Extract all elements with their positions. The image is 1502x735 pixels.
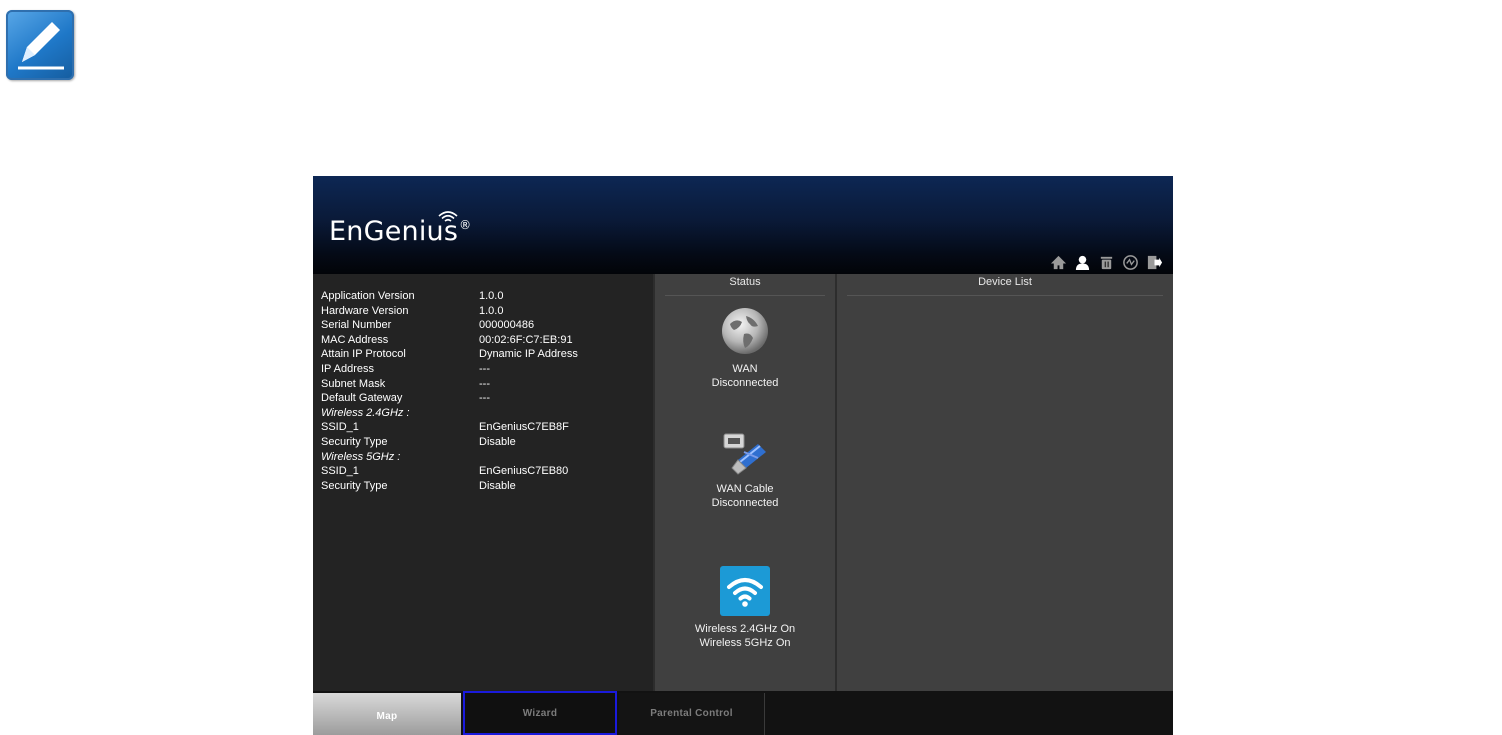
- info-value: ---: [479, 392, 490, 405]
- bottom-tab-bar: Map Wizard Parental Control: [313, 691, 1173, 735]
- info-value: 00:02:6F:C7:EB:91: [479, 333, 573, 346]
- info-row: SSID_1 EnGeniusC7EB80: [321, 464, 578, 479]
- info-row: Attain IP Protocol Dynamic IP Address: [321, 347, 578, 362]
- info-key: Serial Number: [321, 319, 392, 332]
- wan-cable-label: WAN Cable: [716, 483, 774, 495]
- wan-status-label: WAN: [732, 363, 758, 375]
- info-key: Default Gateway: [321, 392, 403, 405]
- device-list-title: Device List: [847, 274, 1163, 296]
- header-bar: EnGenius®: [313, 176, 1173, 274]
- info-key: Hardware Version: [321, 304, 409, 317]
- wireless-status[interactable]: Wireless 2.4GHz On Wireless 5GHz On: [655, 566, 835, 650]
- ethernet-cable-icon: [723, 433, 766, 475]
- info-value: 1.0.0: [479, 304, 504, 317]
- device-list-panel: Device List: [837, 274, 1173, 691]
- info-key: Attain IP Protocol: [321, 348, 406, 361]
- info-section-header: Wireless 5GHz :: [321, 450, 578, 465]
- system-info-panel: Application Version 1.0.0 Hardware Version…: [313, 274, 653, 691]
- wireless-5-state: Wireless 5GHz On: [699, 637, 791, 649]
- info-row: Serial Number 000000486: [321, 318, 578, 333]
- info-row: IP Address ---: [321, 362, 578, 377]
- info-value: 000000486: [479, 319, 535, 332]
- info-row: Subnet Mask ---: [321, 377, 578, 392]
- info-key: Wireless 5GHz :: [321, 450, 401, 463]
- info-key: SSID_1: [321, 421, 359, 434]
- info-key: Subnet Mask: [321, 377, 386, 390]
- top-icon-bar: [1050, 254, 1163, 272]
- system-info-table: Application Version 1.0.0 Hardware Version…: [321, 289, 578, 493]
- logo-wifi-mark-icon: [438, 211, 458, 222]
- info-key: Security Type: [321, 479, 388, 492]
- status-title: Status: [665, 274, 825, 296]
- wan-cable-state: Disconnected: [711, 497, 779, 509]
- wan-status[interactable]: WAN Disconnected: [655, 306, 835, 390]
- info-value: ---: [479, 362, 490, 375]
- info-row: Hardware Version 1.0.0: [321, 304, 578, 319]
- info-value: EnGeniusC7EB8F: [479, 421, 569, 434]
- info-row: SSID_1 EnGeniusC7EB8F: [321, 420, 578, 435]
- info-row: Default Gateway ---: [321, 391, 578, 406]
- info-key: Security Type: [321, 435, 388, 448]
- status-panel: Status WAN Disconnected WAN Cable Discon…: [655, 274, 835, 691]
- power-icon[interactable]: [1122, 254, 1139, 271]
- info-value: ---: [479, 377, 490, 390]
- wan-status-state: Disconnected: [711, 377, 779, 389]
- info-row: Security Type Disable: [321, 435, 578, 450]
- info-key: Wireless 2.4GHz :: [321, 406, 410, 419]
- info-key: IP Address: [321, 362, 374, 375]
- tab-parental-control[interactable]: Parental Control: [619, 693, 765, 735]
- info-key: MAC Address: [321, 333, 389, 346]
- info-value: 1.0.0: [479, 290, 504, 302]
- tab-map[interactable]: Map: [313, 693, 461, 735]
- wifi-icon: [720, 566, 770, 616]
- wireless-24-state: Wireless 2.4GHz On: [694, 623, 796, 635]
- tab-wizard[interactable]: Wizard: [463, 691, 617, 735]
- globe-icon: [722, 308, 768, 354]
- trash-icon[interactable]: [1098, 254, 1115, 271]
- router-web-ui: EnGenius® Application Version 1.0.0 Hard…: [313, 176, 1173, 735]
- info-value: Disable: [479, 435, 516, 448]
- info-row: MAC Address 00:02:6F:C7:EB:91: [321, 333, 578, 348]
- note-pencil-icon: [6, 10, 74, 80]
- registered-mark: ®: [459, 218, 472, 232]
- user-icon[interactable]: [1074, 254, 1091, 271]
- info-section-header: Wireless 2.4GHz :: [321, 406, 578, 421]
- info-key: SSID_1: [321, 465, 359, 478]
- info-row: Security Type Disable: [321, 479, 578, 494]
- wan-cable-status[interactable]: WAN Cable Disconnected: [655, 430, 835, 510]
- logout-icon[interactable]: [1146, 254, 1163, 271]
- info-key: Application Version: [321, 290, 415, 302]
- info-row: Application Version 1.0.0: [321, 289, 578, 304]
- info-value: EnGeniusC7EB80: [479, 465, 569, 478]
- info-value: Disable: [479, 479, 516, 492]
- home-icon[interactable]: [1050, 254, 1067, 271]
- info-value: Dynamic IP Address: [479, 348, 578, 361]
- engenius-logo: EnGenius®: [329, 211, 472, 256]
